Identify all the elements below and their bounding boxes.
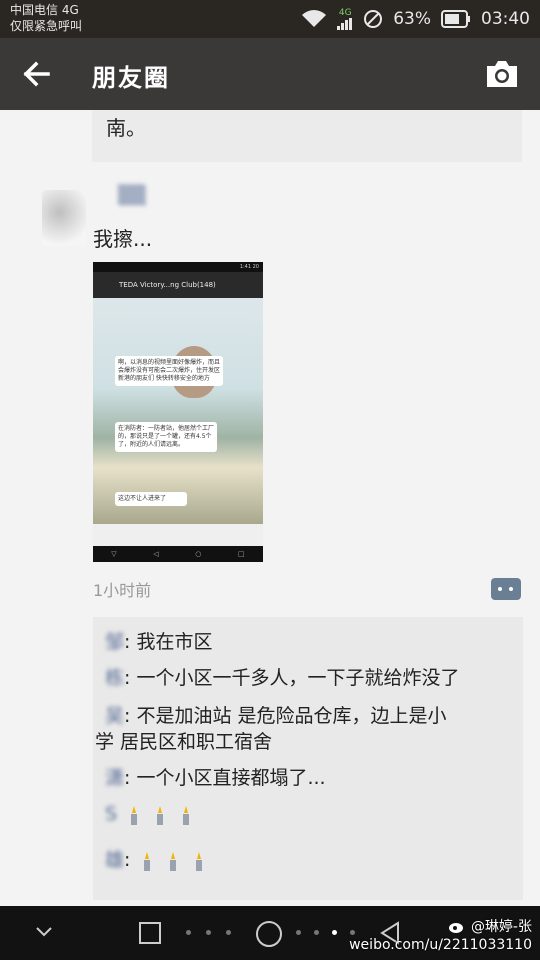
navigation-bar: @琳婷-张 weibo.com/u/2211033110 <box>0 906 540 960</box>
embedded-status-time: 1:41 20 <box>239 264 259 270</box>
candle-icon <box>144 851 151 871</box>
comment-author[interactable]: 潇 <box>105 767 124 789</box>
embedded-chat-title: TEDA Victory...ng Club(148) <box>93 272 263 298</box>
carrier-note: 仅限紧急呼叫 <box>10 19 83 33</box>
avatar[interactable] <box>42 190 86 246</box>
chevron-down-icon <box>36 927 52 937</box>
page-dot <box>206 930 211 935</box>
embedded-input-bar <box>93 524 263 546</box>
camera-button[interactable] <box>484 58 520 90</box>
comment-text: 我在市区 <box>136 631 213 653</box>
weibo-watermark: @琳婷-张 weibo.com/u/2211033110 <box>349 918 532 954</box>
carrier-name: 中国电信 4G <box>10 3 79 17</box>
candle-icon <box>170 851 177 871</box>
candle-icon <box>183 805 190 825</box>
comment-item-continued: 学 居民区和职工宿舍 <box>95 727 272 754</box>
candle-emoji-row <box>123 804 197 826</box>
embedded-chat-title-text: TEDA Victory...ng Club(148) <box>119 281 216 289</box>
watermark-handle: @琳婷-张 <box>470 919 532 935</box>
comment-text: 一个小区直接都塌了... <box>136 767 326 789</box>
comment-item[interactable]: 雄: <box>105 845 210 872</box>
post-text: 我擦... <box>93 227 153 251</box>
square-icon <box>139 922 161 944</box>
candle-icon <box>131 805 138 825</box>
comment-text: 学 居民区和职工宿舍 <box>95 731 273 753</box>
watermark-url: weibo.com/u/2211033110 <box>349 937 532 953</box>
clock: 03:40 <box>481 9 530 29</box>
comment-list: 邹: 我在市区 栋: 一个小区一千多人，一下子就给炸没了 吴: 不是加油站 是危… <box>93 617 523 900</box>
embedded-nav-bar: ▽ ◁ ○ □ <box>93 546 263 562</box>
embedded-chat-background: 啊，以消息的视频里面好像爆炸，而且会爆炸没有可能会二次爆炸，住开发区 新港的朋友… <box>93 298 263 524</box>
embedded-bubble-3: 这边不让人进来了 <box>115 492 187 506</box>
embedded-bubble-1: 啊，以消息的视频里面好像爆炸，而且会爆炸没有可能会二次爆炸，住开发区 新港的朋友… <box>115 356 223 386</box>
embedded-bubble-3-text: 这边不让人进来了 <box>118 495 167 502</box>
camera-icon <box>487 61 517 87</box>
title-bar: 朋友圈 <box>0 38 540 110</box>
comment-author[interactable]: 栋 <box>105 667 124 689</box>
embedded-bubble-2: 在消防者：一防者站，他居然个工厂的，那说只是了一个罐，还有4.5个了，附近的人们… <box>115 422 217 452</box>
circle-icon <box>256 921 282 947</box>
comment-author[interactable]: 吴 <box>105 705 124 727</box>
back-arrow-icon <box>23 61 50 87</box>
hide-nav-button[interactable] <box>34 924 54 944</box>
post-image[interactable]: 1:41 20 TEDA Victory...ng Club(148) 啊，以消… <box>93 262 263 562</box>
comment-author[interactable]: S <box>105 803 117 825</box>
carrier-info: 中国电信 4G 仅限紧急呼叫 <box>10 2 82 34</box>
moments-feed[interactable]: 南。 ▒▒ 我擦... 1:41 20 TEDA Victory...ng Cl… <box>0 110 540 906</box>
home-button[interactable] <box>254 919 284 953</box>
page-title: 朋友圈 <box>92 64 170 92</box>
page-dot <box>226 930 231 935</box>
page-dot <box>314 930 319 935</box>
page-dot <box>296 930 301 935</box>
no-disturb-icon <box>363 9 383 29</box>
comment-dots-icon[interactable] <box>491 578 521 600</box>
wifi-icon <box>301 9 327 29</box>
weibo-icon <box>449 923 464 933</box>
comment-text: 一个小区一千多人，一下子就给炸没了 <box>136 667 460 689</box>
status-bar: 中国电信 4G 仅限紧急呼叫 4G 63% 03:40 <box>0 0 540 38</box>
post-username[interactable]: ▒▒ <box>118 185 146 206</box>
comment-item[interactable]: 潇: 一个小区直接都塌了... <box>105 763 326 790</box>
embedded-bubble-1-text: 啊，以消息的视频里面好像爆炸，而且会爆炸没有可能会二次爆炸，住开发区 新港的朋友… <box>118 359 221 382</box>
battery-percent: 63% <box>393 9 431 29</box>
status-icons: 4G 63% 03:40 <box>301 6 530 32</box>
back-button[interactable] <box>20 58 52 90</box>
network-type: 4G <box>338 7 352 18</box>
embedded-status-bar: 1:41 20 <box>93 262 263 272</box>
page-dot <box>186 930 191 935</box>
candle-icon <box>196 851 203 871</box>
comment-item[interactable]: 吴: 不是加油站 是危险品仓库，边上是小 <box>105 701 447 728</box>
post-time: 1小时前 <box>93 581 152 600</box>
battery-icon <box>441 10 471 28</box>
comment-item[interactable]: S <box>105 803 197 826</box>
embedded-bubble-2-text: 在消防者：一防者站，他居然个工厂的，那说只是了一个罐，还有4.5个了，附近的人们… <box>118 425 215 448</box>
comment-item[interactable]: 邹: 我在市区 <box>105 627 212 654</box>
previous-comment-text: 南。 <box>106 116 146 140</box>
comment-author[interactable]: 邹 <box>105 631 124 653</box>
signal-icon: 4G <box>337 7 353 30</box>
comment-text: 不是加油站 是危险品仓库，边上是小 <box>136 705 447 727</box>
comment-author[interactable]: 雄 <box>105 849 124 871</box>
candle-icon <box>157 805 164 825</box>
previous-comment: 南。 <box>92 110 522 162</box>
candle-emoji-row <box>136 850 210 872</box>
comment-item[interactable]: 栋: 一个小区一千多人，一下子就给炸没了 <box>105 663 459 690</box>
page-dot-active <box>332 930 337 935</box>
recents-button[interactable] <box>138 921 162 949</box>
